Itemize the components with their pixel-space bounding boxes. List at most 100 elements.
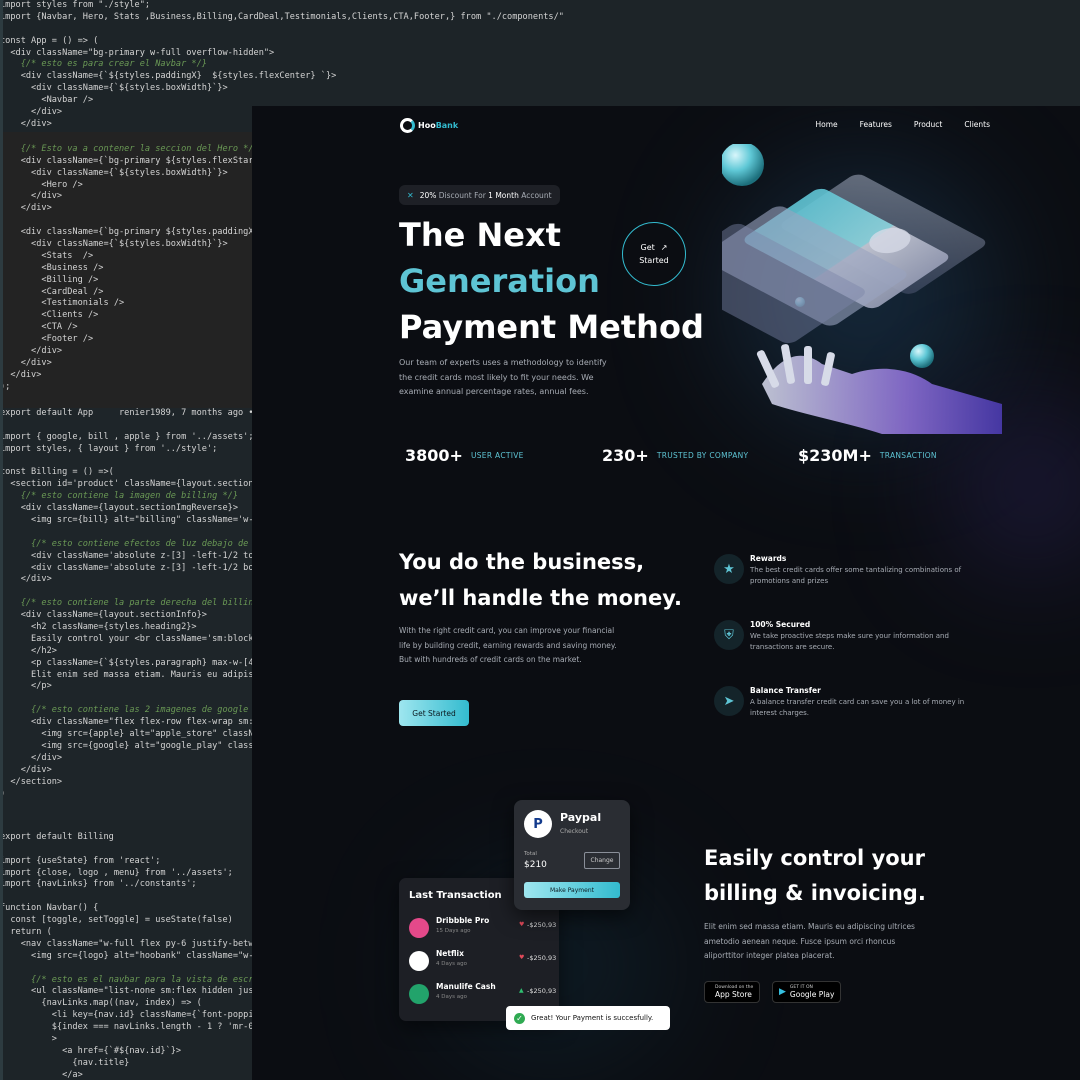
feature-title: Rewards	[750, 554, 787, 563]
last-transaction-title: Last Transaction	[409, 890, 502, 901]
shield-icon: ⛨	[714, 620, 744, 650]
cta-line1: Get	[640, 243, 655, 252]
google-play-label: Google Play	[789, 990, 835, 999]
paypal-title: Paypal	[560, 811, 602, 824]
editor-gutter	[0, 408, 3, 820]
transaction-direction-icon: ♥	[519, 921, 525, 928]
billing-paragraph: Elit enim sed massa etiam. Mauris eu adi…	[704, 922, 915, 960]
badge-percent: 20%	[419, 190, 437, 200]
dribbble-icon	[409, 918, 429, 938]
badge-account: Account	[518, 190, 552, 200]
google-play-icon: ▶	[779, 987, 786, 997]
get-started-circle-button[interactable]: Get ↗ Started	[622, 222, 686, 286]
stat-companies: 230+ TRUSTED BY COMPANY	[602, 446, 748, 465]
badge-month: 1 Month	[488, 190, 519, 200]
toast-text: Great! Your Payment is succesfully.	[531, 1014, 654, 1022]
hero-paragraph: Our team of experts uses a methodology t…	[399, 358, 607, 396]
business-title: You do the business, we’ll handle the mo…	[399, 544, 682, 616]
send-icon: ➤	[714, 686, 744, 716]
app-store-button[interactable]: Download on the App Store	[704, 981, 761, 1003]
transaction-direction-icon: ▲	[519, 987, 524, 994]
nav-link-home[interactable]: Home	[815, 120, 837, 129]
netflix-icon	[409, 951, 429, 971]
stat-label: USER ACTIVE	[470, 451, 524, 460]
check-icon: ✓	[514, 1012, 525, 1024]
feature-secured: ⛨ 100% Secured We take proactive steps m…	[714, 620, 994, 670]
logo[interactable]: HooBank	[400, 118, 458, 133]
transaction-ago: 4 Days ago	[436, 961, 467, 967]
business-title-line1: You do the business,	[399, 550, 645, 574]
transaction-amount: -$250,93	[527, 921, 557, 929]
website-preview: HooBank Home Features Product Clients ✕ …	[252, 106, 1080, 1080]
transaction-ago: 15 Days ago	[436, 928, 471, 934]
editor-gutter	[0, 0, 3, 132]
stats-row: 3800+ USER ACTIVE 230+ TRUSTED BY COMPAN…	[405, 446, 1005, 476]
transaction-row[interactable]: Manulife Cash 4 Days ago ▲ -$250,93	[409, 982, 556, 1008]
code-line: import {Navbar, Hero, Stats ,Business,Bi…	[0, 11, 564, 22]
transaction-row[interactable]: Dribbble Pro 15 Days ago ♥ -$250,93	[409, 916, 556, 942]
transaction-amount: -$250,93	[527, 987, 557, 995]
paypal-icon: P	[524, 810, 552, 838]
billing-title: Easily control your billing & invoicing.	[704, 841, 926, 911]
transaction-name: Dribbble Pro	[436, 916, 490, 925]
stat-value: 230+	[602, 446, 649, 465]
nav-links: Home Features Product Clients	[815, 120, 990, 129]
cta-line2: Started	[639, 256, 669, 265]
robot-hand-icon	[756, 344, 1002, 434]
code-line: <div className={`${styles.boxWidth}`}>	[0, 83, 228, 94]
app-store-label: App Store	[715, 990, 752, 999]
stat-label: TRUSTED BY COMPANY	[656, 451, 749, 460]
paypal-change-button[interactable]: Change	[584, 852, 620, 869]
sphere-icon	[910, 344, 934, 368]
transaction-ago: 4 Days ago	[436, 994, 467, 1000]
code-line: const App = () => (	[0, 35, 99, 46]
nav-link-clients[interactable]: Clients	[964, 120, 990, 129]
editor-gutter	[0, 132, 3, 408]
discount-icon: ✕	[407, 190, 414, 200]
code-line: {/* esto es para crear el Navbar */}	[0, 59, 207, 70]
feature-desc: A balance transfer credit card can save …	[750, 698, 965, 717]
business-paragraph: With the right credit card, you can impr…	[399, 626, 617, 664]
logo-icon	[400, 118, 415, 133]
stat-users: 3800+ USER ACTIVE	[405, 446, 524, 465]
logo-text-hoo: Hoo	[418, 121, 436, 130]
star-icon: ★	[714, 554, 744, 584]
arrow-up-right-icon: ↗	[660, 243, 668, 252]
make-payment-button[interactable]: Make Payment	[524, 882, 620, 898]
feature-title: Balance Transfer	[750, 686, 821, 695]
stat-value: $230M+	[798, 446, 872, 465]
nav-link-features[interactable]: Features	[860, 120, 892, 129]
billing-title-line2: billing & invoicing.	[704, 881, 926, 905]
business-title-line2: we’ll handle the money.	[399, 586, 682, 610]
paypal-total-label: Total	[524, 851, 537, 857]
badge-discount: Discount For	[436, 190, 489, 200]
stat-transactions: $230M+ TRANSACTION	[798, 446, 937, 465]
transaction-name: Netflix	[436, 949, 464, 958]
transaction-name: Manulife Cash	[436, 982, 496, 991]
hero-title-line3: Payment Method	[399, 308, 704, 346]
stat-value: 3800+	[405, 446, 463, 465]
discount-badge: ✕ 20% Discount For 1 Month Account	[399, 185, 560, 205]
sphere-icon	[722, 144, 764, 186]
google-play-button[interactable]: ▶ GET IT ON Google Play	[772, 981, 842, 1003]
stat-label: TRANSACTION	[879, 451, 937, 460]
paypal-subtitle: Checkout	[560, 828, 589, 835]
transaction-amount: -$250,93	[527, 954, 557, 962]
transaction-row[interactable]: Netflix 4 Days ago ♥ -$250,93	[409, 949, 556, 975]
transaction-direction-icon: ♥	[519, 954, 525, 961]
feature-title: 100% Secured	[750, 620, 811, 629]
feature-desc: We take proactive steps make sure your i…	[750, 632, 949, 651]
feature-desc: The best credit cards offer some tantali…	[750, 566, 962, 585]
success-toast: ✓ Great! Your Payment is succesfully.	[506, 1006, 670, 1030]
manulife-icon	[409, 984, 429, 1004]
paypal-total: $210	[524, 860, 547, 870]
get-started-button[interactable]: Get Started	[399, 700, 469, 726]
code-line: <div className={`${styles.paddingX} ${st…	[0, 71, 337, 82]
nav-link-product[interactable]: Product	[914, 120, 942, 129]
navbar: HooBank Home Features Product Clients	[400, 118, 990, 144]
feature-balance-transfer: ➤ Balance Transfer A balance transfer cr…	[714, 686, 994, 736]
paypal-checkout-card: P Paypal Checkout Total $210 Change Make…	[514, 800, 630, 910]
code-line: import styles from "./style";	[0, 0, 151, 10]
billing-title-line1: Easily control your	[704, 846, 925, 870]
